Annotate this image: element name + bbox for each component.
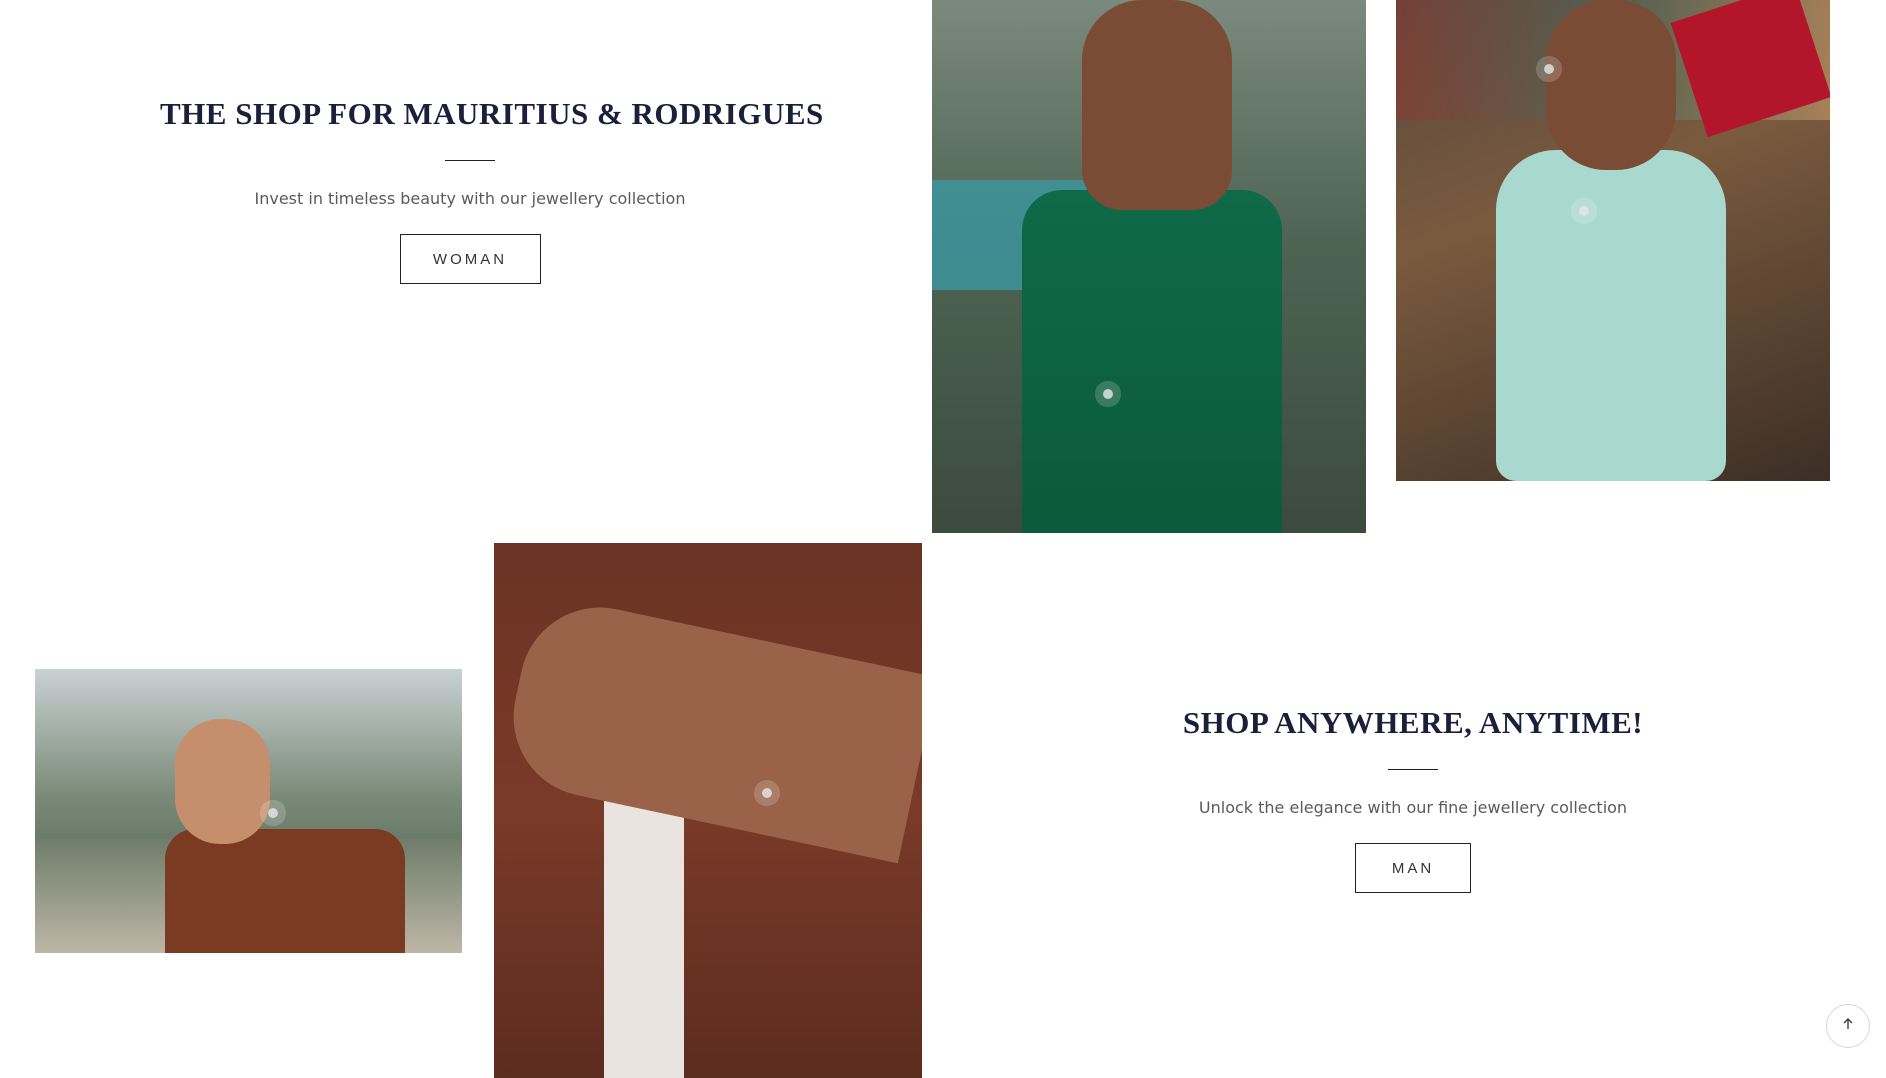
title-divider: [445, 160, 495, 161]
section-title: SHOP ANYWHERE, ANYTIME!: [1182, 705, 1644, 740]
woman-green-dress-photo[interactable]: [932, 0, 1366, 533]
bracelet-closeup-photo[interactable]: [494, 543, 922, 1078]
hotspot-dot[interactable]: [762, 788, 772, 798]
scroll-to-top-button[interactable]: [1826, 1004, 1870, 1048]
section-title: THE SHOP FOR MAURITIUS & RODRIGUES: [160, 96, 824, 131]
title-divider: [1388, 769, 1438, 770]
shop-woman-button[interactable]: WOMAN: [399, 234, 541, 284]
arrow-up-icon: [1840, 1016, 1856, 1037]
man-portrait-photo[interactable]: [35, 669, 462, 953]
woman-reading-book-photo[interactable]: [1396, 0, 1830, 481]
shop-man-button[interactable]: MAN: [1355, 843, 1471, 893]
hero-woman-section: THE SHOP FOR MAURITIUS & RODRIGUES Inves…: [160, 96, 824, 284]
hotspot-dot[interactable]: [1103, 389, 1113, 399]
hotspot-dot[interactable]: [1544, 64, 1554, 74]
section-subtitle: Unlock the elegance with our fine jewell…: [1198, 798, 1628, 817]
section-subtitle: Invest in timeless beauty with our jewel…: [254, 189, 686, 208]
hotspot-dot[interactable]: [268, 808, 278, 818]
hotspot-dot[interactable]: [1579, 206, 1589, 216]
hero-man-section: SHOP ANYWHERE, ANYTIME! Unlock the elega…: [1103, 705, 1723, 893]
